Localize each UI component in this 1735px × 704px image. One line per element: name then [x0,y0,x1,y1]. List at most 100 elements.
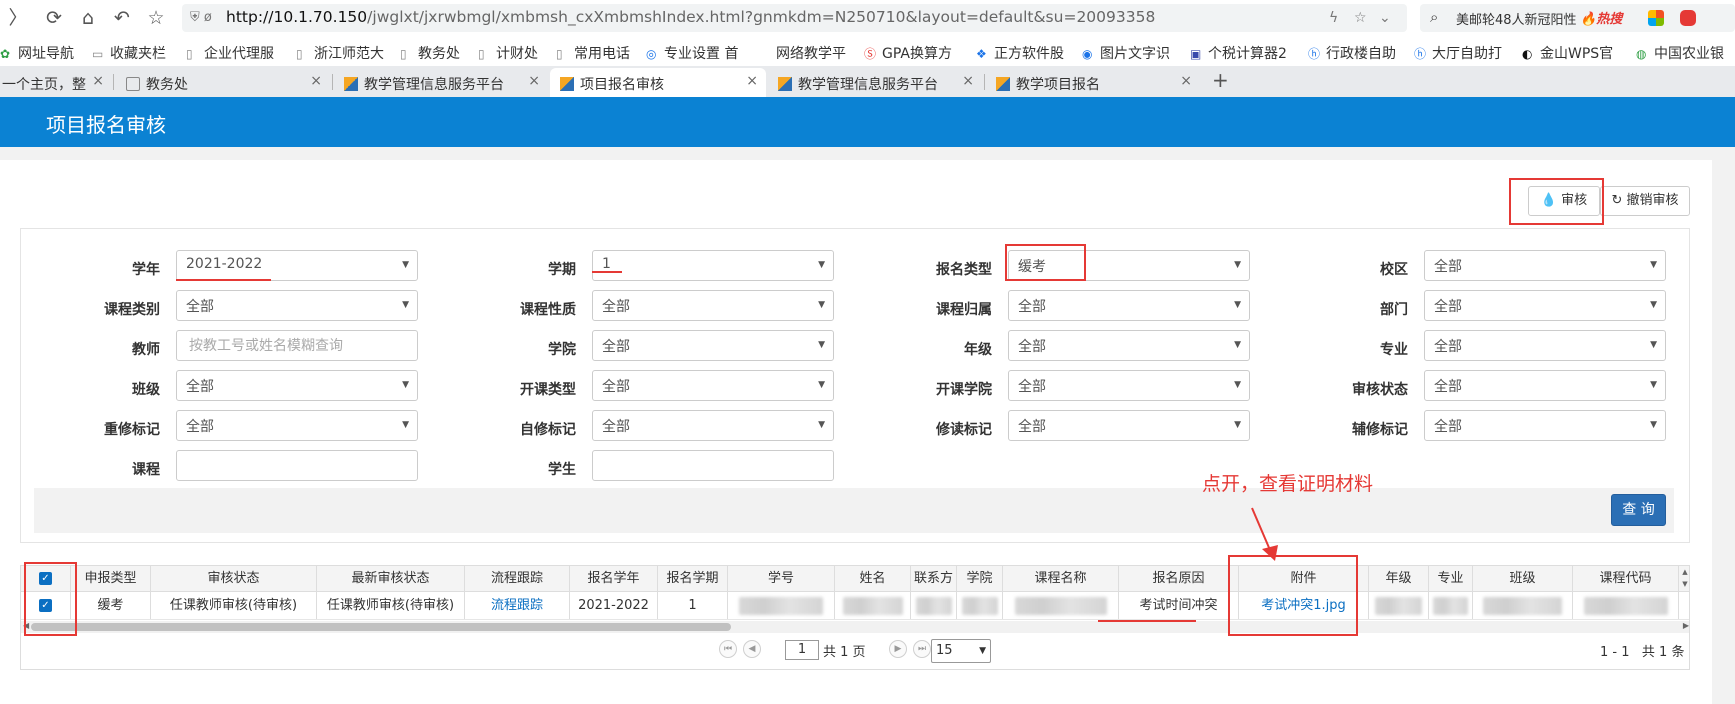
campus-select[interactable]: 全部 ▼ [1424,250,1666,281]
col-header[interactable]: 联系方 [911,566,957,591]
semester-select[interactable]: 1 ▼ [592,250,834,281]
query-button[interactable]: 查 询 [1611,494,1666,526]
home-icon[interactable]: ⌂ [76,6,100,30]
col-header[interactable]: 学号 [728,566,835,591]
bookmark-item[interactable]: ◎ 专业设置 首 [646,43,738,63]
bookmark-folder[interactable]: ▭ 收藏夹栏 [92,43,166,63]
page-number-input[interactable]: 1 [785,640,819,660]
page-size-select[interactable]: 15 ▼ [931,639,991,663]
self-study-flag-select[interactable]: 全部 ▼ [592,410,834,441]
prev-page-icon[interactable]: ◀ [743,640,761,658]
course-nature-select[interactable]: 全部 ▼ [592,290,834,321]
audit-status-select[interactable]: 全部 ▼ [1424,370,1666,401]
semester-value: 1 [602,256,611,272]
col-header[interactable]: 最新审核状态 [317,566,465,591]
bookmark-item[interactable]: ▯ 浙江师范大 [296,43,384,63]
bookmark-item[interactable]: ▯ 计财处 [478,43,538,63]
tab-close-icon[interactable]: × [92,73,104,89]
annotation-text: 点开，查看证明材料 [1202,473,1374,495]
apps-grid-icon[interactable] [1648,10,1664,26]
next-page-icon[interactable]: ▶ [889,640,907,658]
major-select[interactable]: 全部 ▼ [1424,330,1666,361]
undo-icon[interactable]: ↶ [110,6,134,30]
bookmark-item[interactable]: 网络教学平 [758,43,846,63]
tab-close-icon[interactable]: × [310,73,322,89]
first-page-icon[interactable]: ⏮ [719,640,737,658]
bookmark-item[interactable]: ▯ 教务处 [400,43,460,63]
scroll-right-icon[interactable]: ▶ [1683,621,1689,630]
caret-down-icon: ▼ [818,260,825,270]
new-tab-icon[interactable]: + [1212,68,1229,92]
browser-search-box[interactable]: ⌕ 美邮轮48人新冠阳性 🔥热搜 [1420,4,1735,32]
browser-tab-active[interactable]: 项目报名审核 × [550,68,766,97]
bookmark-star-icon[interactable]: ☆ [144,6,168,30]
department-select[interactable]: 全部 ▼ [1424,290,1666,321]
offering-college-select[interactable]: 全部 ▼ [1008,370,1250,401]
teacher-search-input[interactable] [176,330,418,361]
process-tracking-link[interactable]: 流程跟踪 [465,592,570,619]
url-text: http://10.1.70.150/jwglxt/jxrwbmgl/xmbms… [226,8,1156,26]
bookmark-item[interactable]: ⓗ 行政楼自助 [1308,43,1396,63]
academic-year-select[interactable]: 2021-2022 ▼ [176,250,418,281]
caret-down-icon: ▼ [1650,340,1657,350]
forward-icon[interactable]: 〉 [6,6,30,30]
address-bar-row: 〉 ⟳ ⌂ ↶ ☆ ⛨ ø http://10.1.70.150/jwglxt/… [0,0,1735,36]
minor-flag-select[interactable]: 全部 ▼ [1424,410,1666,441]
college-select[interactable]: 全部 ▼ [592,330,834,361]
bookmark-item[interactable]: ◍ 中国农业银 [1636,43,1724,63]
grade-select[interactable]: 全部 ▼ [1008,330,1250,361]
course-ownership-select[interactable]: 全部 ▼ [1008,290,1250,321]
col-header[interactable]: 报名原因 [1119,566,1239,591]
favorite-icon[interactable]: ☆ [1354,10,1367,26]
col-header[interactable]: 报名学年 [570,566,658,591]
scroll-arrows-icon[interactable]: ▲ ▼ [1679,566,1689,592]
bookmark-item[interactable]: ◐ 金山WPS官 [1522,43,1613,63]
bookmark-item[interactable]: ▯ 企业代理服 [186,43,274,63]
col-header[interactable]: 年级 [1369,566,1429,591]
horizontal-scrollbar[interactable]: ◀ ▶ [21,621,1689,633]
bookmark-item[interactable]: Ⓢ GPA换算方 [864,43,952,63]
bookmark-item[interactable]: ⓗ 大厅自助打 [1414,43,1502,63]
class-select[interactable]: 全部 ▼ [176,370,418,401]
browser-tab[interactable]: 一个主页，整 × [0,68,112,97]
browser-tab[interactable]: 教学管理信息服务平台 × [768,68,982,97]
bookmark-item[interactable]: ◉ 图片文字识 [1082,43,1170,63]
chevron-down-icon[interactable]: ⌄ [1379,10,1391,26]
col-header[interactable]: 专业 [1429,566,1473,591]
col-header[interactable]: 课程代码 [1573,566,1679,591]
bookmark-item[interactable]: ▯ 常用电话 [556,43,630,63]
bookmark-item[interactable]: ▣ 个税计算器2 [1190,43,1287,63]
table-row[interactable]: ✓ 缓考 任课教师审核(待审核) 任课教师审核(待审核) 流程跟踪 2021-2… [21,592,1689,620]
student-input[interactable] [592,450,834,481]
course-category-select[interactable]: 全部 ▼ [176,290,418,321]
col-header[interactable]: 班级 [1473,566,1573,591]
tab-close-icon[interactable]: × [962,73,974,89]
browser-tab[interactable]: 教学管理信息服务平台 × [334,68,548,97]
tab-close-icon[interactable]: × [528,73,540,89]
scrollbar-thumb[interactable] [31,623,731,631]
browser-tab[interactable]: 教务处 × [116,68,330,97]
col-header[interactable]: 报名学期 [658,566,728,591]
revoke-audit-button[interactable]: ↻ 撤销审核 [1600,186,1690,216]
bookmark-item[interactable]: ✿ 网址导航 [0,43,74,63]
col-header[interactable]: 流程跟踪 [465,566,570,591]
study-flag-select[interactable]: 全部 ▼ [1008,410,1250,441]
col-header[interactable]: 学院 [957,566,1003,591]
col-header[interactable]: 申报类型 [71,566,151,591]
bookmark-item[interactable]: ❖ 正方软件股 [976,43,1064,63]
course-offering-type-select[interactable]: 全部 ▼ [592,370,834,401]
last-page-icon[interactable]: ⏭ [913,640,931,658]
grid-header: ✓ 申报类型 审核状态 最新审核状态 流程跟踪 报名学年 报名学期 学号 姓名 … [21,566,1689,592]
reload-icon[interactable]: ⟳ [42,6,66,30]
game-controller-icon[interactable] [1680,10,1696,26]
col-header[interactable]: 审核状态 [151,566,317,591]
tab-close-icon[interactable]: × [746,73,758,89]
col-header[interactable]: 姓名 [835,566,911,591]
lightning-icon[interactable]: ϟ [1329,10,1338,26]
course-input[interactable] [176,450,418,481]
browser-tab[interactable]: 教学项目报名 × [986,68,1200,97]
col-header[interactable]: 课程名称 [1003,566,1119,591]
url-field[interactable]: ⛨ ø http://10.1.70.150/jwglxt/jxrwbmgl/x… [182,4,1407,32]
retake-flag-select[interactable]: 全部 ▼ [176,410,418,441]
tab-close-icon[interactable]: × [1180,73,1192,89]
